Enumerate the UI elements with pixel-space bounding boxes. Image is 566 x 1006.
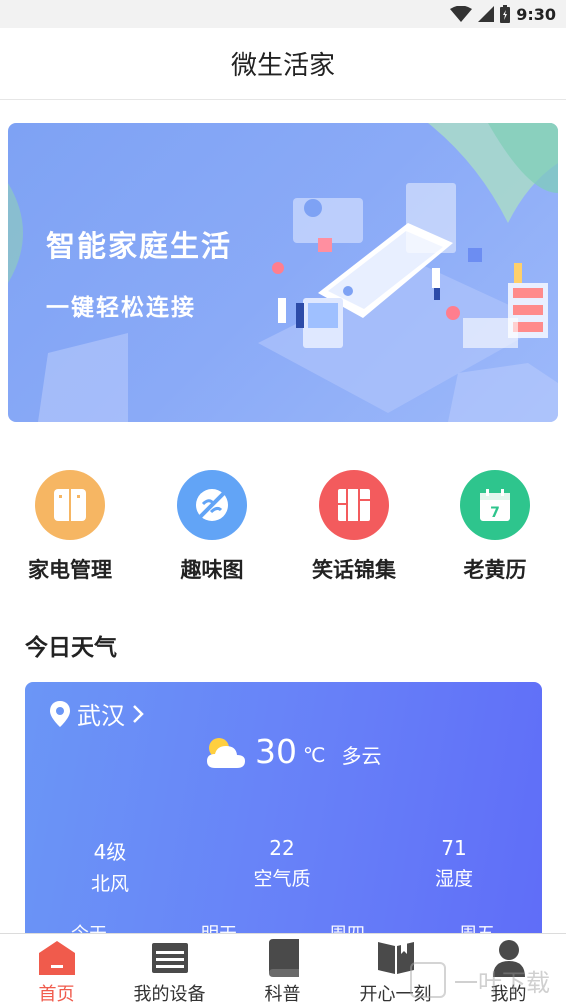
chevron-right-icon	[133, 704, 144, 723]
appliance-management-button[interactable]: 家电管理	[0, 470, 140, 584]
banner-title: 智能家庭生活	[46, 229, 233, 263]
quick-label: 家电管理	[28, 558, 112, 582]
app-header: 微生活家	[0, 28, 566, 100]
quick-actions: 家电管理 趣味图 笑话锦集 7 老黄历	[0, 470, 566, 590]
home-icon	[37, 938, 77, 978]
stat-label: 北风	[90, 873, 129, 895]
stat-value: 22	[269, 836, 295, 860]
wifi-icon	[450, 6, 473, 22]
banner-carousel[interactable]: 智能家庭生活 一键轻松连接	[8, 123, 558, 422]
svg-text:7: 7	[490, 505, 500, 521]
watermark: 一叶下载	[410, 962, 550, 998]
jokes-collection-button[interactable]: 笑话锦集	[284, 470, 424, 584]
bookshelf-icon	[319, 470, 389, 540]
partly-cloudy-icon	[207, 737, 245, 768]
temperature: 30	[255, 732, 297, 771]
appliance-icon	[35, 470, 105, 540]
stat-value: 71	[441, 836, 467, 860]
wind-stat: 4级 北风	[50, 836, 170, 896]
devices-icon	[150, 938, 190, 978]
status-bar: 9:30	[0, 0, 566, 28]
book-icon	[263, 938, 303, 978]
location-selector[interactable]: 武汉	[49, 696, 145, 731]
almanac-button[interactable]: 7 老黄历	[425, 470, 565, 584]
location-pin-icon	[50, 700, 70, 727]
weather-heading: 今日天气	[25, 635, 117, 661]
weather-condition: 多云	[341, 744, 382, 768]
tab-label: 我的设备	[133, 984, 206, 1005]
weather-card: 武汉 30 ℃ 多云 4级 北风 22 空气质 71 湿度 今天 明天 周四 周…	[25, 682, 542, 972]
tab-home[interactable]: 首页	[0, 934, 113, 1006]
battery-icon	[500, 5, 511, 23]
fun-pictures-button[interactable]: 趣味图	[142, 470, 282, 584]
status-time: 9:30	[516, 4, 556, 24]
banner-illustration	[8, 123, 558, 422]
banner-subtitle: 一键轻松连接	[46, 295, 196, 321]
watermark-text: 一叶下载	[454, 968, 550, 997]
tab-science[interactable]: 科普	[226, 934, 339, 1006]
tab-label: 首页	[38, 984, 75, 1005]
picture-icon	[177, 470, 247, 540]
signal-icon	[478, 6, 495, 22]
current-weather: 30 ℃ 多云	[205, 732, 381, 771]
air-quality-stat: 22 空气质	[222, 836, 342, 891]
status-icons: 9:30	[450, 4, 556, 24]
quick-label: 笑话锦集	[312, 558, 396, 582]
tab-label: 科普	[264, 984, 301, 1005]
watermark-logo	[410, 962, 446, 998]
calendar-icon: 7	[460, 470, 530, 540]
quick-label: 趣味图	[180, 558, 244, 582]
stat-value: 4级	[93, 840, 127, 864]
temperature-unit: ℃	[303, 742, 326, 767]
stat-label: 湿度	[434, 868, 473, 890]
city-name: 武汉	[77, 702, 125, 730]
humidity-stat: 71 湿度	[394, 836, 514, 891]
tab-my-devices[interactable]: 我的设备	[113, 934, 226, 1006]
stat-label: 空气质	[253, 868, 311, 890]
page-title: 微生活家	[230, 51, 335, 81]
quick-label: 老黄历	[463, 558, 527, 582]
